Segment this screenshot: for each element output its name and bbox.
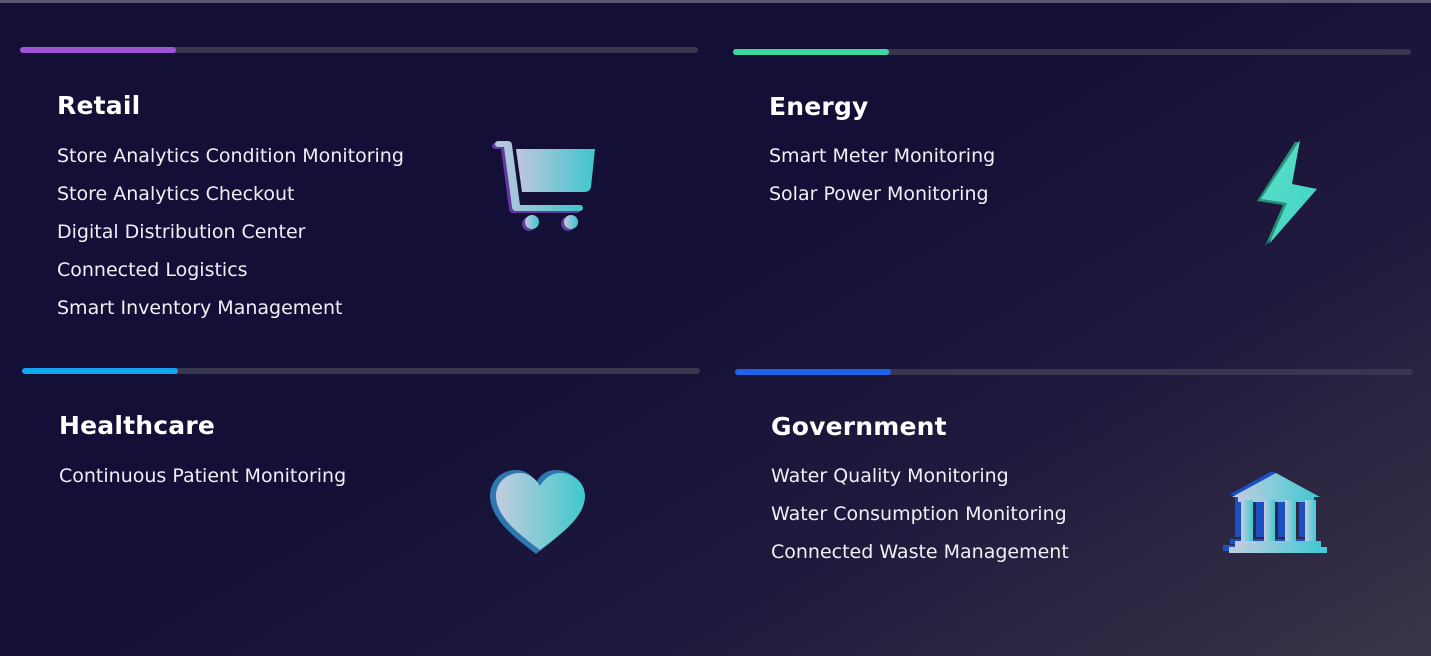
progress-track — [735, 369, 1413, 375]
progress-track — [733, 49, 1411, 55]
list-item: Water Consumption Monitoring — [771, 503, 1067, 525]
list-item: Continuous Patient Monitoring — [59, 465, 347, 487]
item-list: Water Quality Monitoring Water Consumpti… — [771, 457, 1069, 571]
card-healthcare: Healthcare Continuous Patient Monitoring — [22, 368, 700, 618]
card-title: Government — [771, 412, 947, 441]
progress-fill — [20, 47, 176, 53]
government-building-icon — [1223, 471, 1327, 553]
list-item: Connected Logistics — [57, 259, 248, 281]
list-item: Smart Inventory Management — [57, 297, 343, 319]
lightning-bolt-icon — [1257, 140, 1317, 246]
item-list: Continuous Patient Monitoring — [59, 457, 346, 495]
card-energy: Energy Smart Meter Monitoring Solar Powe… — [733, 49, 1411, 339]
heart-icon — [490, 470, 585, 554]
card-title: Healthcare — [59, 411, 216, 440]
progress-fill — [733, 49, 889, 55]
list-item: Smart Meter Monitoring — [769, 145, 996, 167]
list-item: Water Quality Monitoring — [771, 465, 1009, 487]
shopping-cart-icon — [492, 141, 595, 231]
card-title: Retail — [57, 91, 141, 120]
card-government: Government Water Quality Monitoring Wate… — [735, 369, 1413, 619]
list-item: Solar Power Monitoring — [769, 183, 989, 205]
list-item: Store Analytics Checkout — [57, 183, 295, 205]
progress-fill — [22, 368, 178, 374]
top-border — [0, 0, 1431, 3]
list-item: Connected Waste Management — [771, 541, 1069, 563]
progress-fill — [735, 369, 891, 375]
card-retail: Retail Store Analytics Condition Monitor… — [20, 47, 698, 337]
progress-track — [20, 47, 698, 53]
item-list: Store Analytics Condition Monitoring Sto… — [57, 137, 404, 327]
list-item: Digital Distribution Center — [57, 221, 306, 243]
progress-track — [22, 368, 700, 374]
list-item: Store Analytics Condition Monitoring — [57, 145, 404, 167]
item-list: Smart Meter Monitoring Solar Power Monit… — [769, 137, 995, 213]
card-title: Energy — [769, 92, 869, 121]
